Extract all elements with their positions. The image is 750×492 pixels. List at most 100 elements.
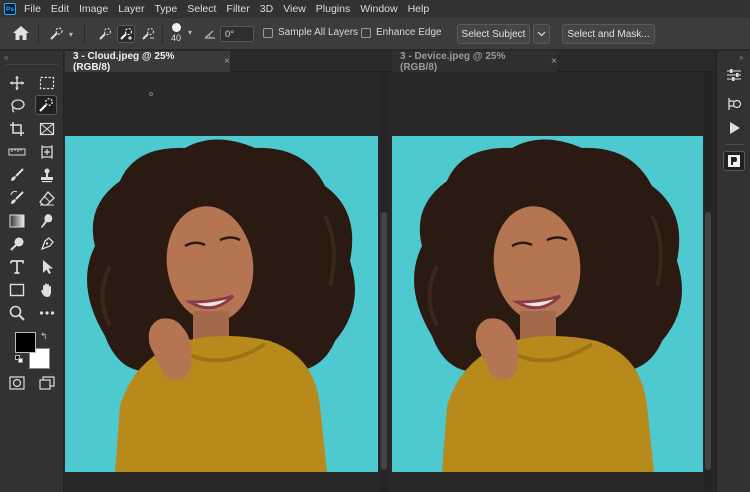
ruler-icon bbox=[8, 148, 26, 156]
marquee-icon bbox=[39, 76, 55, 90]
marquee-tool[interactable] bbox=[36, 73, 58, 93]
sample-all-layers-checkbox[interactable]: Sample All Layers bbox=[263, 27, 358, 38]
separator bbox=[162, 24, 163, 44]
home-icon[interactable] bbox=[12, 25, 30, 41]
smudge-tool[interactable] bbox=[36, 211, 58, 231]
menu-3d[interactable]: 3D bbox=[260, 3, 273, 15]
quick-selection-icon bbox=[50, 27, 63, 40]
stamp-icon bbox=[41, 168, 53, 183]
move-tool[interactable] bbox=[6, 73, 28, 93]
subtract-from-selection-button[interactable] bbox=[139, 25, 157, 43]
menu-view[interactable]: View bbox=[283, 3, 306, 15]
brush-size-value: 40 bbox=[170, 33, 181, 43]
angle-input[interactable]: 0° bbox=[220, 26, 254, 42]
collapsed-panels: » bbox=[716, 51, 750, 492]
canvas-area-left[interactable] bbox=[65, 72, 378, 492]
brush-tip-icon bbox=[171, 23, 181, 32]
collapse-panel-icon[interactable]: « bbox=[4, 53, 8, 62]
type-tool[interactable] bbox=[6, 257, 28, 277]
scrollbar-right[interactable] bbox=[704, 72, 712, 492]
rectangle-icon bbox=[9, 283, 25, 297]
rectangle-tool[interactable] bbox=[6, 280, 28, 300]
angle-icon bbox=[204, 28, 216, 40]
paragraph-panel-button[interactable] bbox=[723, 151, 745, 171]
scrollbar-thumb[interactable] bbox=[705, 212, 711, 470]
select-and-mask-button[interactable]: Select and Mask... bbox=[562, 24, 655, 44]
spot-healing-tool[interactable] bbox=[36, 142, 58, 162]
add-to-selection-button[interactable] bbox=[117, 25, 135, 43]
play-icon bbox=[730, 122, 740, 134]
history-brush-tool[interactable] bbox=[6, 188, 28, 208]
new-selection-button[interactable] bbox=[96, 25, 114, 43]
tab-device-jpeg[interactable]: 3 - Device.jpeg @ 25% (RGB/8) × bbox=[392, 50, 557, 73]
dodge-tool[interactable] bbox=[6, 234, 28, 254]
tab-title: 3 - Cloud.jpeg @ 25% (RGB/8) bbox=[73, 50, 175, 73]
menu-type[interactable]: Type bbox=[154, 3, 177, 15]
tab-cloud-jpeg[interactable]: 3 - Cloud.jpeg @ 25% (RGB/8) × bbox=[65, 50, 230, 73]
panel-divider bbox=[6, 64, 58, 65]
ruler-tool[interactable] bbox=[6, 142, 28, 162]
brush-tool[interactable] bbox=[6, 165, 28, 185]
zoom-tool[interactable] bbox=[6, 303, 28, 323]
quick-mask-icon bbox=[9, 376, 25, 390]
history-panel-button[interactable] bbox=[726, 97, 742, 111]
default-colors-icon[interactable] bbox=[15, 355, 23, 363]
tool-preset-picker[interactable]: ▾ bbox=[48, 26, 73, 42]
eraser-icon bbox=[39, 191, 55, 206]
menu-window[interactable]: Window bbox=[360, 3, 397, 15]
menu-plugins[interactable]: Plugins bbox=[316, 3, 350, 15]
select-subject-button[interactable]: Select Subject bbox=[457, 24, 530, 44]
actions-play-button[interactable] bbox=[727, 121, 741, 135]
scrollbar-left[interactable] bbox=[380, 72, 388, 492]
chevron-down-icon[interactable]: ▾ bbox=[188, 28, 192, 37]
foreground-color-swatch[interactable] bbox=[15, 332, 36, 353]
edit-toolbar-button[interactable] bbox=[36, 303, 58, 323]
crop-tool[interactable] bbox=[6, 119, 28, 139]
pen-icon bbox=[40, 237, 54, 251]
enhance-edge-checkbox[interactable]: Enhance Edge bbox=[361, 27, 442, 38]
paragraph-icon bbox=[728, 155, 740, 167]
quick-selection-subtract-icon bbox=[142, 27, 155, 40]
quick-mask-button[interactable] bbox=[6, 373, 28, 393]
quick-selection-new-icon bbox=[99, 27, 112, 40]
gradient-tool[interactable] bbox=[6, 211, 28, 231]
path-selection-tool[interactable] bbox=[36, 257, 58, 277]
canvas-image-device[interactable] bbox=[392, 136, 703, 472]
cursor-dot-icon bbox=[149, 92, 153, 96]
pen-tool[interactable] bbox=[36, 234, 58, 254]
sample-all-layers-label: Sample All Layers bbox=[278, 27, 359, 38]
swap-colors-icon[interactable]: ↰ bbox=[40, 331, 48, 342]
photoshop-logo: Ps bbox=[4, 3, 16, 15]
hand-tool[interactable] bbox=[36, 280, 58, 300]
lasso-tool[interactable] bbox=[6, 96, 28, 116]
canvas-image-cloud[interactable] bbox=[65, 136, 378, 472]
frame-tool[interactable] bbox=[36, 119, 58, 139]
properties-panel-button[interactable] bbox=[726, 68, 742, 82]
close-icon[interactable]: × bbox=[551, 56, 557, 67]
menu-help[interactable]: Help bbox=[408, 3, 430, 15]
eraser-tool[interactable] bbox=[36, 188, 58, 208]
tools-panel: « ↰ bbox=[0, 51, 64, 492]
quick-selection-tool[interactable] bbox=[35, 95, 57, 115]
brush-size-picker[interactable]: 40 bbox=[168, 21, 184, 43]
scrollbar-thumb[interactable] bbox=[381, 212, 387, 470]
menu-edit[interactable]: Edit bbox=[51, 3, 69, 15]
menu-filter[interactable]: Filter bbox=[226, 3, 249, 15]
menu-layer[interactable]: Layer bbox=[118, 3, 144, 15]
canvas-area-right[interactable] bbox=[392, 72, 703, 492]
expand-panels-icon[interactable]: » bbox=[739, 53, 743, 62]
tab-title: 3 - Device.jpeg @ 25% (RGB/8) bbox=[400, 50, 506, 73]
menu-select[interactable]: Select bbox=[187, 3, 216, 15]
clone-stamp-tool[interactable] bbox=[36, 165, 58, 185]
menu-bar: Ps File Edit Image Layer Type Select Fil… bbox=[0, 0, 750, 18]
portrait-photo bbox=[65, 136, 378, 472]
select-subject-dropdown-button[interactable] bbox=[533, 24, 550, 44]
menu-file[interactable]: File bbox=[24, 3, 41, 15]
history-icon bbox=[728, 98, 742, 110]
screen-mode-icon bbox=[39, 376, 55, 390]
path-select-icon bbox=[43, 260, 53, 274]
document-tab-bar-left: 3 - Cloud.jpeg @ 25% (RGB/8) × bbox=[65, 50, 390, 73]
menu-image[interactable]: Image bbox=[79, 3, 108, 15]
screen-mode-button[interactable] bbox=[36, 373, 58, 393]
close-icon[interactable]: × bbox=[224, 56, 230, 67]
